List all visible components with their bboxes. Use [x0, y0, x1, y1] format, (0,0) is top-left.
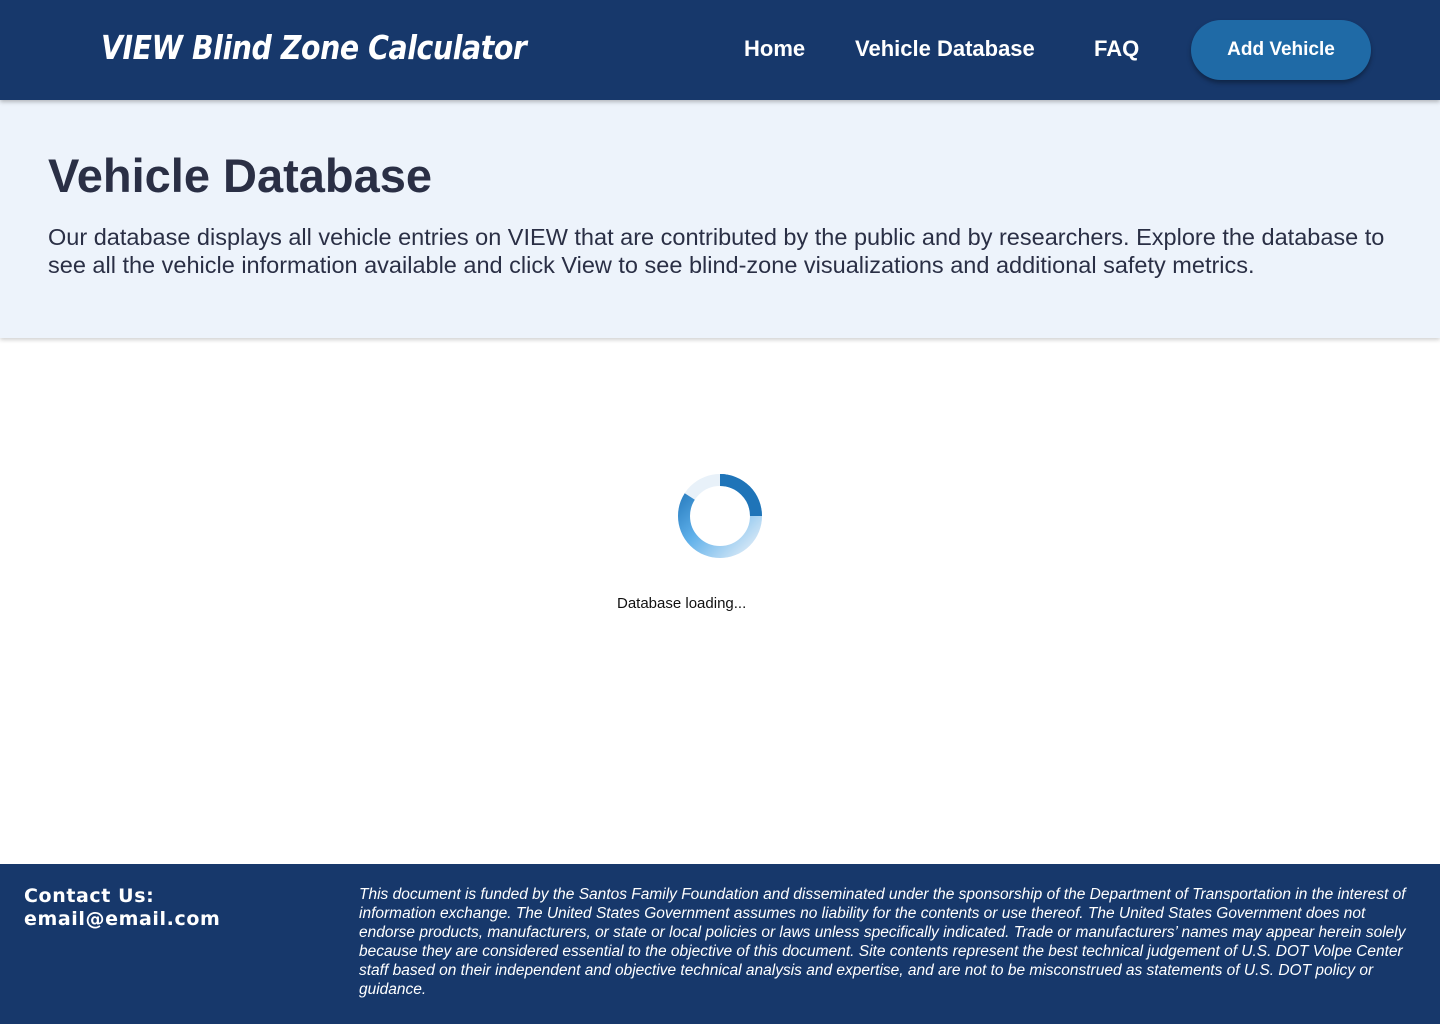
contact-email-link[interactable]: email@email.com: [24, 908, 220, 930]
page-intro-banner: Vehicle Database Our database displays a…: [0, 100, 1440, 338]
page-description: Our database displays all vehicle entrie…: [48, 224, 1385, 278]
nav-link-faq[interactable]: FAQ: [1094, 36, 1139, 62]
spinner-icon: [678, 474, 762, 558]
page-title: Vehicle Database: [48, 149, 433, 202]
page-footer: Contact Us: email@email.com This documen…: [0, 864, 1440, 1024]
top-navigation-bar: VIEW Blind Zone Calculator Home Vehicle …: [0, 0, 1440, 100]
nav-link-vehicle-database[interactable]: Vehicle Database: [855, 36, 1035, 62]
add-vehicle-button[interactable]: Add Vehicle: [1191, 20, 1371, 80]
nav-link-home[interactable]: Home: [744, 36, 805, 62]
loading-message: Database loading...: [617, 595, 747, 612]
contact-label: Contact Us:: [24, 885, 155, 907]
site-brand[interactable]: VIEW Blind Zone Calculator: [101, 28, 527, 67]
database-content-area: Database loading...: [0, 338, 1440, 864]
legal-disclaimer: This document is funded by the Santos Fa…: [359, 886, 1406, 998]
